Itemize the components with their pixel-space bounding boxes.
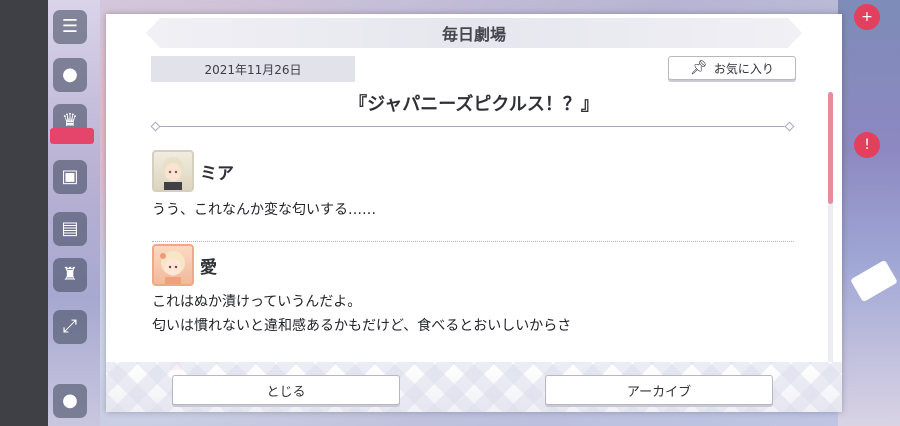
mia-avatar [152,150,194,192]
gift-icon[interactable]: ▣ [53,160,87,194]
speaker-name: ミア [200,163,234,184]
dialogue-entry: 愛 これはぬか漬けっていうんだよ。 匂いは慣れないと違和感あるかもだけど、食べる… [152,244,794,338]
dialogue-line: 匂いは慣れないと違和感あるかもだけど、食べるとおいしいからさ [152,318,572,334]
dialog-footer: とじる アーカイブ [106,362,842,412]
daily-theater-dialog: 毎日劇場 2021年11月26日 📌︎ お気に入り 『ジャパニーズピクルス！？』 [106,14,842,412]
alert-icon[interactable]: ! [854,132,880,158]
speaker-row: ミア [152,150,794,192]
trophy-icon[interactable]: ♜ [53,258,87,292]
speaker-row: 愛 [152,244,794,286]
divider-ornament-right [784,121,795,132]
right-background [838,0,900,426]
story-title: 『ジャパニーズピクルス！？』 [349,94,599,115]
favorite-button[interactable]: 📌︎ お気に入り [668,56,796,80]
pin-icon: 📌︎ [690,60,708,76]
mia-portrait-icon [162,157,184,190]
side-badge [50,128,94,144]
ai-avatar [152,244,194,286]
dialogue-line: これはぬか漬けっていうんだよ。 [152,294,362,310]
favorite-label: お気に入り [713,61,774,76]
scrollbar-thumb[interactable] [828,92,833,204]
archive-button[interactable]: アーカイブ [545,375,773,405]
dialogue-entry: ミア うう、これなんか変な匂いする…… [152,150,794,222]
entry-separator [152,241,794,242]
title-divider [158,126,792,127]
dialogue-line: うう、これなんか変な匂いする…… [152,202,376,218]
plus-icon[interactable]: + [854,4,880,30]
divider-ornament-left [150,121,161,132]
profile-icon[interactable]: ● [53,384,87,418]
dialog-title: 毎日劇場 [146,18,802,48]
message-icon[interactable]: ▤ [53,212,87,246]
dialogue-scroll-area[interactable]: ミア うう、これなんか変な匂いする…… 愛 これはぬか漬けっていうんだよ。 匂い… [106,144,842,374]
date-chip: 2021年11月26日 [151,56,355,82]
expand-icon[interactable]: ⤢ [53,310,87,344]
menu-icon[interactable]: ☰ [53,10,87,44]
chat-icon[interactable]: ● [53,58,87,92]
ai-portrait-icon [160,251,185,284]
close-button[interactable]: とじる [172,375,400,405]
speaker-name: 愛 [200,257,217,278]
